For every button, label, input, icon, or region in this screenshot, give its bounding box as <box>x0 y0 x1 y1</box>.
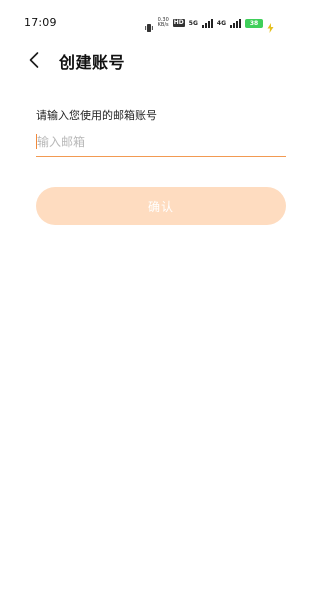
text-caret <box>36 134 37 149</box>
create-account-screen: 17:09 0.30 KB/s HD 5G 4G 38 创建账号 请输入您使用的… <box>0 0 323 597</box>
signal-icon-2 <box>230 18 241 28</box>
hd-badge: HD <box>172 19 185 27</box>
network-type-4g: 4G <box>216 19 226 27</box>
back-button[interactable] <box>25 50 45 70</box>
status-icons: 0.30 KB/s HD 5G 4G 38 <box>144 17 274 33</box>
signal-icon <box>201 18 213 28</box>
net-speed-unit: KB/s <box>157 22 169 28</box>
net-speed: 0.30 KB/s <box>158 18 169 28</box>
confirm-button[interactable]: 确认 <box>36 187 286 225</box>
header: 创建账号 <box>0 44 323 76</box>
vibrate-icon <box>144 18 154 32</box>
page-title: 创建账号 <box>59 53 126 72</box>
status-time: 17:09 <box>24 16 57 29</box>
status-bar: 17:09 0.30 KB/s HD 5G 4G 38 <box>0 0 323 46</box>
email-field-container <box>36 128 286 157</box>
email-field[interactable] <box>36 128 286 155</box>
battery-icon: 38 <box>245 18 263 28</box>
battery-level: 38 <box>249 19 259 27</box>
network-type-5g: 5G <box>188 19 198 27</box>
email-label: 请输入您使用的邮箱账号 <box>36 109 157 122</box>
chevron-left-icon <box>25 52 45 74</box>
charging-icon <box>267 18 274 33</box>
